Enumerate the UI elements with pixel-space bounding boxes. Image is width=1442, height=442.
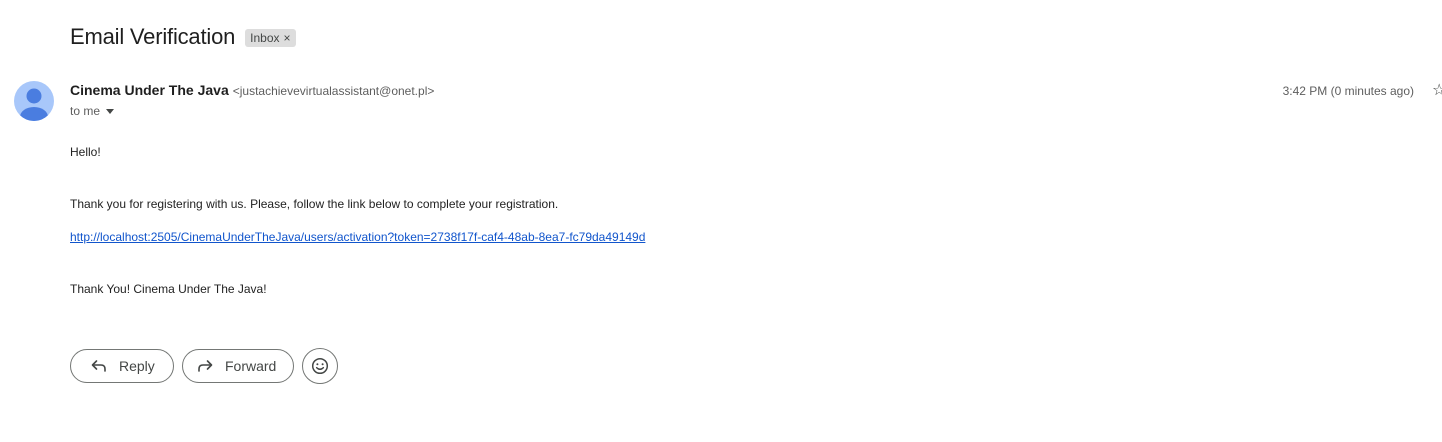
email-subject: Email Verification <box>70 24 236 49</box>
reply-button[interactable]: Reply <box>70 349 174 383</box>
star-icon[interactable]: ☆ <box>1432 82 1442 100</box>
subject-row: Email Verification Inbox × <box>70 24 296 50</box>
recipient-text: to me <box>70 104 101 118</box>
inbox-label-chip: Inbox × <box>245 29 296 47</box>
body-message: Thank you for registering with us. Pleas… <box>70 197 559 211</box>
show-details-dropdown-icon[interactable] <box>106 108 115 114</box>
recipient-line: to me <box>70 104 115 118</box>
reply-button-label: Reply <box>119 358 155 374</box>
forward-icon <box>198 360 213 372</box>
email-view: Email Verification Inbox × Cinema Under … <box>0 0 1442 442</box>
email-timestamp: 3:42 PM (0 minutes ago) <box>1282 84 1414 98</box>
person-icon <box>20 88 48 121</box>
activation-link[interactable]: http://localhost:2505/CinemaUnderTheJava… <box>70 230 645 244</box>
sender-name[interactable]: Cinema Under The Java <box>70 82 229 98</box>
sender-email: <justachievevirtualassistant@onet.pl> <box>232 84 435 98</box>
reply-icon <box>91 360 106 372</box>
body-signoff: Thank You! Cinema Under The Java! <box>70 282 267 296</box>
emoji-reaction-button[interactable] <box>302 348 338 384</box>
body-greeting: Hello! <box>70 145 101 159</box>
remove-label-icon[interactable]: × <box>284 31 291 45</box>
emoji-reaction-icon <box>311 357 329 375</box>
sender-line: Cinema Under The Java <justachievevirtua… <box>70 82 434 98</box>
forward-button[interactable]: Forward <box>182 349 294 383</box>
label-chip-text: Inbox <box>250 31 280 45</box>
email-actions: Reply Forward <box>70 348 338 384</box>
sender-avatar[interactable] <box>14 81 54 121</box>
forward-button-label: Forward <box>225 358 277 374</box>
